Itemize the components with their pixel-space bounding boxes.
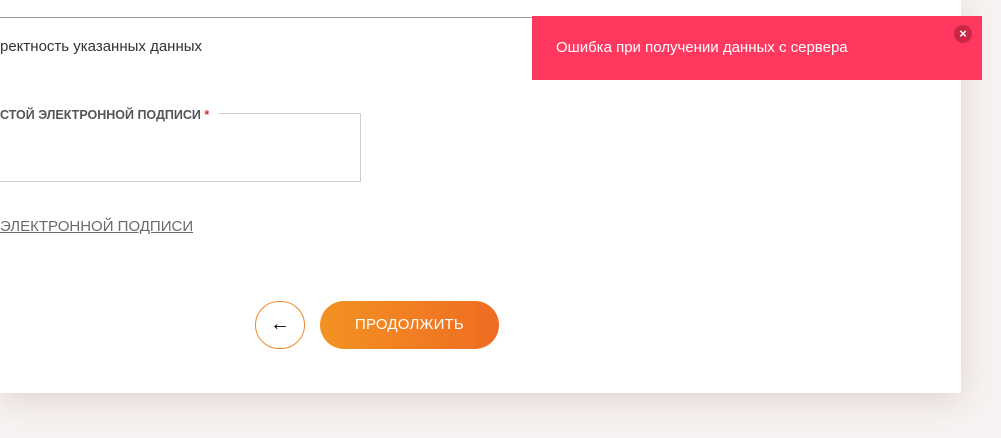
back-button[interactable]: ← — [255, 301, 305, 349]
signature-input[interactable] — [0, 128, 349, 170]
error-toast: Ошибка при получении данных с сервера × — [532, 16, 982, 80]
close-icon[interactable]: × — [954, 25, 972, 43]
form-hint-text: ректность указанных данных — [0, 38, 203, 55]
required-mark: * — [204, 108, 210, 122]
signature-label-text: СТОЙ ЭЛЕКТРОННОЙ ПОДПИСИ — [0, 108, 201, 122]
continue-button[interactable]: ПРОДОЛЖИТЬ — [320, 301, 499, 349]
arrow-left-icon: ← — [270, 313, 290, 335]
error-toast-message: Ошибка при получении данных с сервера — [556, 39, 848, 56]
signature-link[interactable]: ЭЛЕКТРОННОЙ ПОДПИСИ — [0, 218, 193, 235]
signature-field-label: СТОЙ ЭЛЕКТРОННОЙ ПОДПИСИ * — [0, 108, 220, 122]
